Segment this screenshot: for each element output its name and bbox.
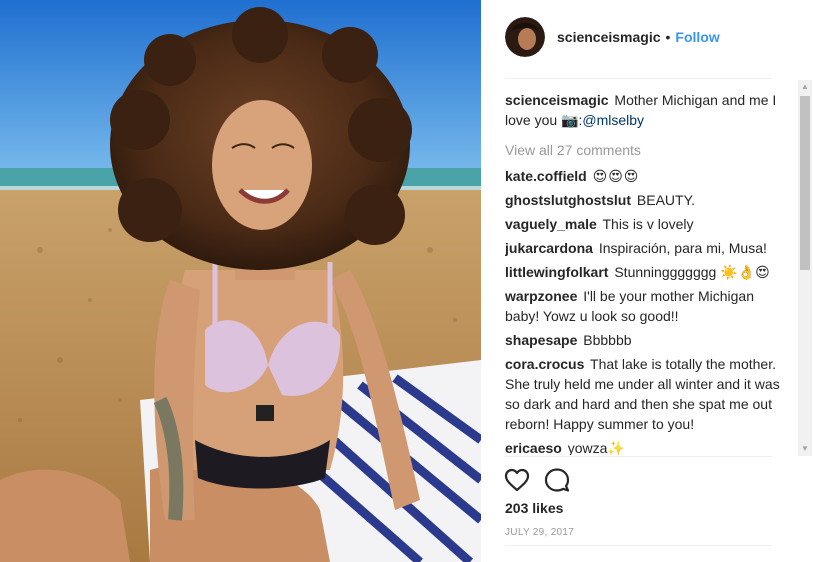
caption: scienceismagic Mother Michigan and me I … (505, 90, 783, 130)
comment: kate.coffield 😍😍😍 (505, 166, 783, 186)
footer-divider (505, 545, 772, 546)
heart-outline-icon (504, 468, 530, 492)
comment-text: Inspiración, para mi, Musa! (598, 240, 767, 256)
comments-scrollbar[interactable]: ▲ ▼ (798, 80, 812, 456)
comment-username[interactable]: ghostslutghostslut (505, 192, 631, 208)
comment-text: Stunninggggggg ☀️👌😍 (614, 264, 770, 280)
post-photo[interactable] (0, 0, 481, 562)
comment-text: Bbbbbb (583, 332, 632, 348)
scroll-up-arrow-icon[interactable]: ▲ (798, 80, 812, 94)
comment: warpzonee I'll be your mother Michigan b… (505, 286, 783, 326)
comment-text: BEAUTY. (636, 192, 695, 208)
comment: cora.crocus That lake is totally the mot… (505, 354, 783, 434)
post-sidebar: scienceismagic • Follow scienceismagic M… (481, 0, 813, 562)
caption-mention[interactable]: @mlselby (582, 112, 644, 128)
post-date[interactable]: July 29, 2017 (505, 527, 574, 538)
comment-bubble-icon (544, 468, 570, 492)
comment-username[interactable]: shapesape (505, 332, 577, 348)
actions-divider (505, 456, 772, 457)
comment-text: yowza✨ (567, 440, 625, 455)
comment-username[interactable]: warpzonee (505, 288, 577, 304)
header-username[interactable]: scienceismagic (557, 29, 661, 45)
beach-portrait-image (0, 0, 481, 562)
comment-username[interactable]: ericaeso (505, 440, 562, 455)
comment: ghostslutghostslut BEAUTY. (505, 190, 783, 210)
comment: jukarcardona Inspiración, para mi, Musa! (505, 238, 783, 258)
caption-username[interactable]: scienceismagic (505, 92, 609, 108)
comment-username[interactable]: kate.coffield (505, 168, 587, 184)
comments-list[interactable]: scienceismagic Mother Michigan and me I … (505, 90, 783, 455)
comment-text: This is v lovely (602, 216, 694, 232)
header-divider (505, 78, 772, 79)
view-all-comments-link[interactable]: View all 27 comments (505, 140, 783, 160)
comment-username[interactable]: littlewingfolkart (505, 264, 608, 280)
comment: littlewingfolkart Stunninggggggg ☀️👌😍 (505, 262, 783, 282)
scroll-down-arrow-icon[interactable]: ▼ (798, 442, 812, 456)
comment: shapesape Bbbbbb (505, 330, 783, 350)
comment-username[interactable]: jukarcardona (505, 240, 593, 256)
follow-button[interactable]: Follow (675, 29, 719, 45)
instagram-post: scienceismagic • Follow scienceismagic M… (0, 0, 813, 562)
comment-username[interactable]: vaguely_male (505, 216, 597, 232)
post-actions (503, 466, 583, 494)
post-header: scienceismagic • Follow (505, 16, 785, 58)
comment-text: 😍😍😍 (592, 168, 640, 184)
comment-username[interactable]: cora.crocus (505, 356, 584, 372)
comment-button[interactable] (543, 466, 571, 494)
scrollbar-thumb[interactable] (800, 96, 810, 270)
comment: ericaeso yowza✨ (505, 438, 783, 455)
avatar[interactable] (505, 17, 545, 57)
likes-count[interactable]: 203 likes (505, 500, 563, 516)
header-separator: • (665, 29, 671, 45)
like-button[interactable] (503, 466, 531, 494)
comment: vaguely_male This is v lovely (505, 214, 783, 234)
avatar-image (505, 17, 545, 57)
